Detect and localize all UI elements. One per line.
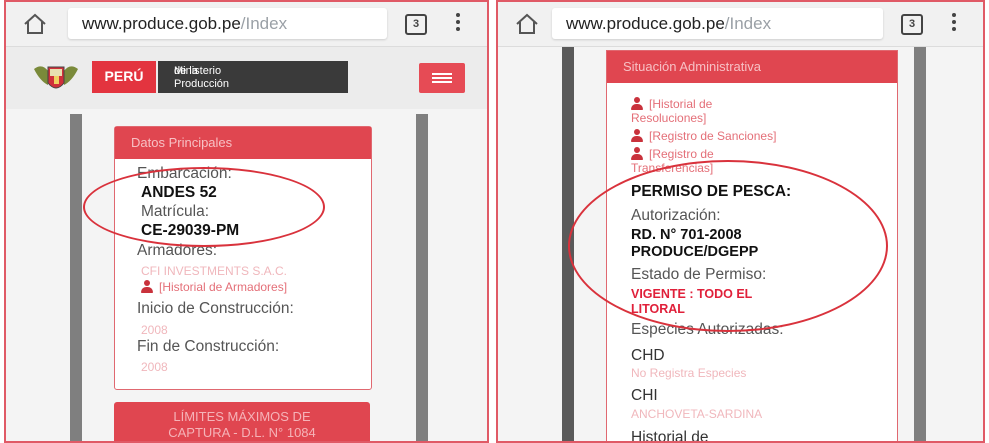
inicio-construccion-label: Inicio de Construcción: [137,300,294,317]
home-icon[interactable] [514,11,540,37]
limites-captura-line-1: LÍMITES MÁXIMOS DE [173,409,311,424]
url-path: /Index [240,14,288,33]
tabs-count-icon[interactable]: 3 [405,14,427,35]
historial-armadores-link-text: [Historial de Armadores] [159,280,288,294]
historial-resoluciones-link-line-2: Resoluciones] [631,111,707,125]
registro-sanciones-link[interactable]: [Registro de Sanciones] [631,129,776,143]
user-icon [631,129,643,142]
user-icon [631,147,643,160]
user-icon [631,97,643,110]
right-phone-screen: www.produce.gob.pe/Index 3 Situación Adm… [496,0,985,443]
situacion-administrativa-title: Situación Administrativa [607,51,897,83]
hamburger-menu-button[interactable] [419,63,465,93]
scroll-edge-left [70,114,82,441]
ministerio-line-2: de la Producción [174,65,230,90]
fin-construccion-label: Fin de Construcción: [137,338,280,355]
historial-armadores-link[interactable]: [Historial de Armadores] [141,280,287,294]
limites-captura-card[interactable]: LÍMITES MÁXIMOS DE CAPTURA - D.L. N° 1084 [114,402,370,441]
chd-label: CHD [631,347,665,364]
url-path: /Index [724,14,772,33]
address-bar[interactable]: www.produce.gob.pe/Index [552,8,883,39]
tabs-count-icon[interactable]: 3 [901,14,923,35]
datos-principales-title: Datos Principales [115,127,371,159]
ministerio-logo[interactable]: Ministerio de la Producción [158,61,348,93]
historial-resoluciones-link-line-1: [Historial de [649,97,713,111]
browser-toolbar: www.produce.gob.pe/Index 3 [6,2,487,47]
browser-toolbar: www.produce.gob.pe/Index 3 [498,2,983,47]
site-header: PERÚ Ministerio de la Producción [6,47,487,109]
left-phone-screen: www.produce.gob.pe/Index 3 PERÚ Minister… [4,0,489,443]
browser-menu-icon[interactable] [455,10,461,36]
browser-menu-icon[interactable] [951,10,957,36]
chi-label: CHI [631,387,658,404]
peru-logo[interactable]: PERÚ [92,61,156,93]
address-bar[interactable]: www.produce.gob.pe/Index [68,8,387,39]
limites-captura-line-2: CAPTURA - D.L. N° 1084 [168,425,316,440]
scroll-edge-right [416,114,428,441]
datos-principales-card: Datos Principales Embarcación: ANDES 52 … [114,126,372,390]
url-domain: www.produce.gob.pe [566,14,725,33]
user-icon [141,280,153,293]
peru-coat-of-arms-icon [34,66,78,89]
peru-logo-text: PERÚ [104,68,144,84]
fin-construccion-value: 2008 [141,360,168,374]
inicio-construccion-value: 2008 [141,323,168,337]
chd-value: No Registra Especies [631,366,747,380]
highlight-circle-permit [568,160,888,332]
chi-value: ANCHOVETA-SARDINA [631,407,763,421]
registro-transferencias-link-line-1: [Registro de [649,147,714,161]
registro-sanciones-link-text: [Registro de Sanciones] [649,129,777,143]
url-domain: www.produce.gob.pe [82,14,241,33]
historial-resoluciones-link[interactable]: [Historial de Resoluciones] [631,97,712,125]
armadores-value: CFI INVESTMENTS S.A.C. [141,264,288,278]
home-icon[interactable] [22,11,48,37]
historial-label: Historial de [631,429,709,443]
highlight-circle-vessel [83,167,325,247]
scroll-edge-right [914,47,926,441]
